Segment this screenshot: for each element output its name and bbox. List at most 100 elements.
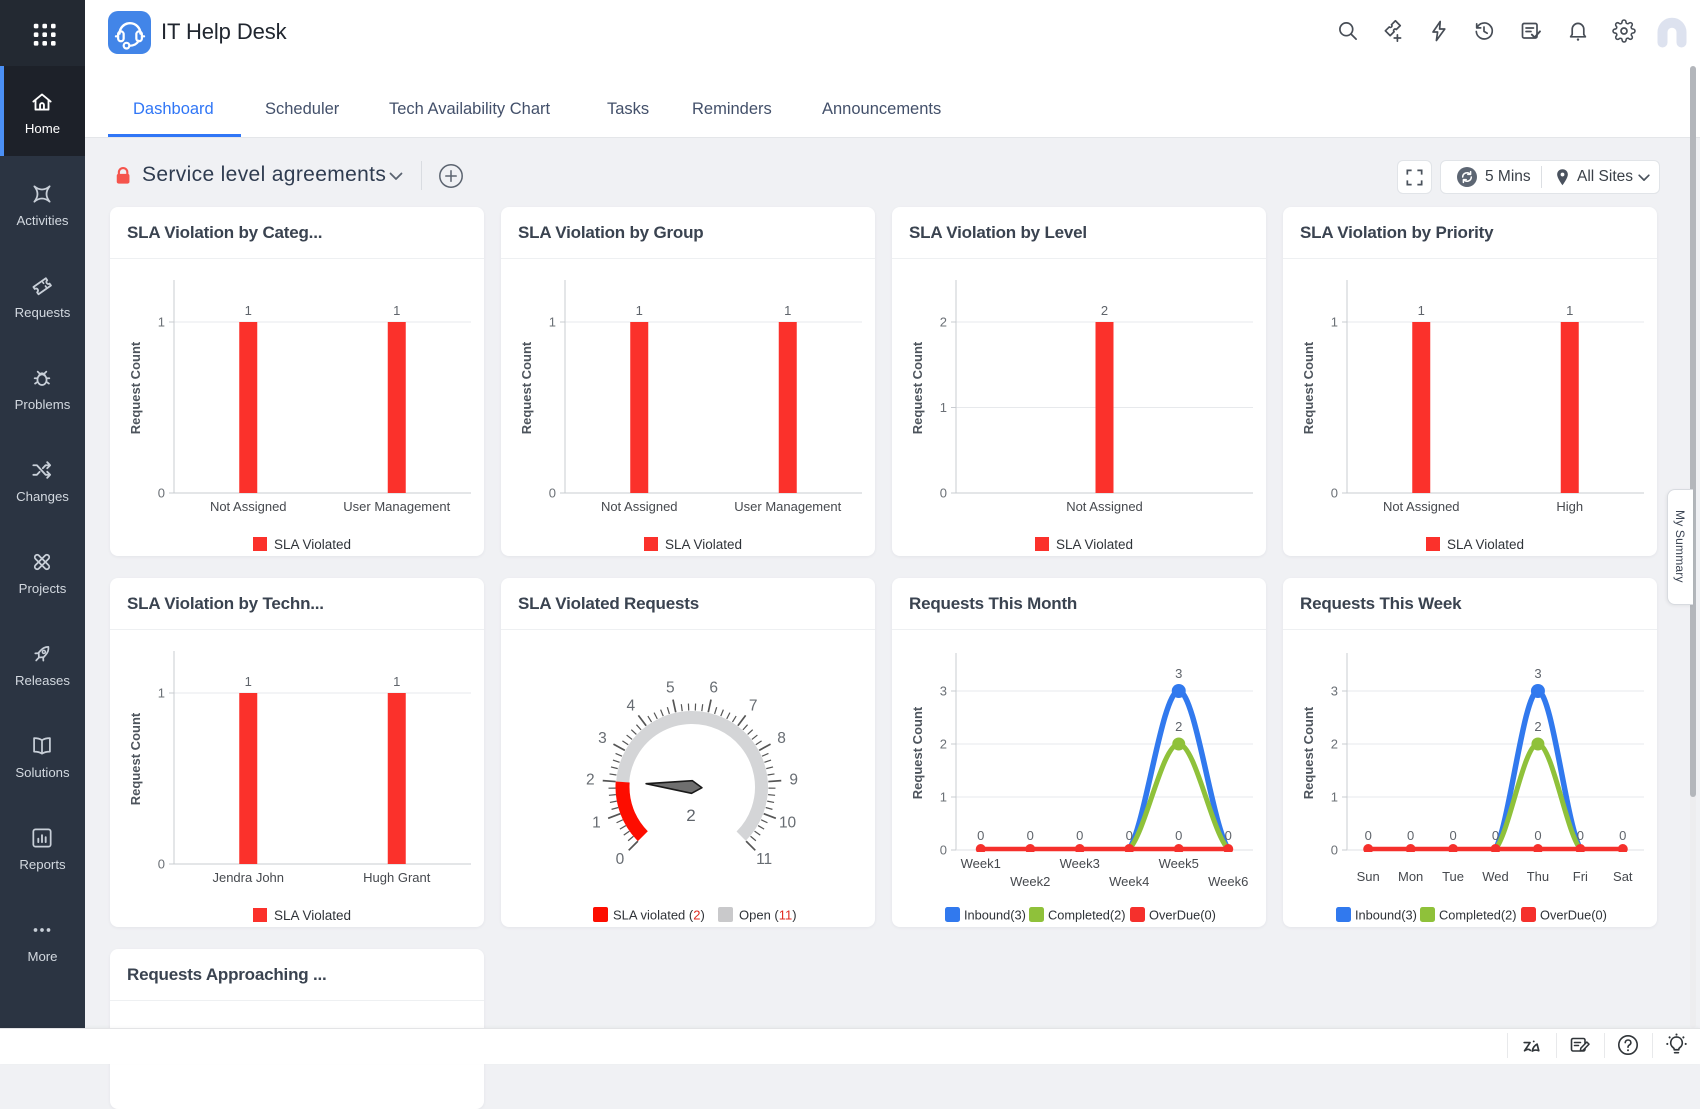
svg-text:0: 0 [1331, 486, 1338, 501]
svg-text:SLA Violated: SLA Violated [274, 537, 351, 552]
svg-text:3: 3 [598, 730, 607, 747]
svg-text:0: 0 [1331, 843, 1338, 858]
svg-text:11: 11 [756, 851, 772, 868]
svg-text:Request Count: Request Count [519, 341, 534, 434]
svg-text:7: 7 [749, 697, 758, 714]
svg-text:User Management: User Management [734, 499, 841, 514]
svg-text:Request Count: Request Count [128, 712, 143, 805]
svg-text:0: 0 [1365, 828, 1372, 843]
svg-text:9: 9 [789, 772, 798, 789]
svg-text:1: 1 [245, 674, 252, 689]
svg-text:Request Count: Request Count [1301, 706, 1316, 799]
svg-text:0: 0 [1577, 828, 1584, 843]
svg-text:0: 0 [1534, 828, 1541, 843]
svg-text:Not Assigned: Not Assigned [1066, 499, 1143, 514]
svg-text:1: 1 [1566, 303, 1573, 318]
svg-text:2: 2 [1331, 737, 1338, 752]
svg-text:Inbound(3): Inbound(3) [964, 908, 1026, 923]
svg-text:Not Assigned: Not Assigned [210, 499, 287, 514]
svg-text:Request Count: Request Count [910, 706, 925, 799]
svg-text:1: 1 [1331, 315, 1338, 330]
svg-text:2: 2 [1534, 719, 1541, 734]
svg-text:0: 0 [1225, 828, 1232, 843]
svg-text:4: 4 [627, 697, 636, 714]
svg-text:1: 1 [1418, 303, 1425, 318]
svg-text:1: 1 [393, 674, 400, 689]
svg-text:SLA Violated: SLA Violated [1447, 537, 1524, 552]
svg-text:1: 1 [158, 315, 165, 330]
svg-text:0: 0 [616, 851, 625, 868]
svg-text:0: 0 [940, 843, 947, 858]
svg-text:0: 0 [1126, 828, 1133, 843]
svg-text:Week2: Week2 [1010, 874, 1050, 889]
svg-text:2: 2 [1175, 719, 1182, 734]
svg-text:0: 0 [158, 857, 165, 872]
svg-text:0: 0 [1407, 828, 1414, 843]
svg-text:2: 2 [1101, 303, 1108, 318]
svg-text:1: 1 [245, 303, 252, 318]
svg-text:8: 8 [777, 730, 786, 747]
svg-text:3: 3 [940, 684, 947, 699]
svg-text:SLA violated (2): SLA violated (2) [613, 908, 705, 923]
svg-text:0: 0 [977, 828, 984, 843]
svg-text:2: 2 [586, 772, 595, 789]
svg-text:Hugh Grant: Hugh Grant [363, 870, 431, 885]
svg-text:2: 2 [940, 737, 947, 752]
svg-text:Request Count: Request Count [1301, 341, 1316, 434]
svg-text:1: 1 [636, 303, 643, 318]
svg-text:Sun: Sun [1357, 869, 1380, 884]
svg-text:Request Count: Request Count [128, 341, 143, 434]
svg-text:0: 0 [1449, 828, 1456, 843]
svg-text:Completed(2): Completed(2) [1439, 908, 1517, 923]
svg-text:SLA Violated: SLA Violated [274, 908, 351, 923]
svg-text:0: 0 [1027, 828, 1034, 843]
svg-text:1: 1 [158, 686, 165, 701]
svg-text:1: 1 [592, 815, 601, 832]
svg-text:SLA Violated: SLA Violated [1056, 537, 1133, 552]
svg-text:0: 0 [549, 486, 556, 501]
svg-text:1: 1 [549, 315, 556, 330]
svg-text:0: 0 [940, 486, 947, 501]
svg-text:Tue: Tue [1442, 869, 1464, 884]
svg-text:0: 0 [1492, 828, 1499, 843]
svg-text:1: 1 [784, 303, 791, 318]
svg-text:Week5: Week5 [1159, 856, 1199, 871]
svg-text:3: 3 [1175, 666, 1182, 681]
svg-text:6: 6 [709, 679, 718, 696]
svg-text:Week1: Week1 [961, 856, 1001, 871]
svg-text:1: 1 [940, 790, 947, 805]
svg-text:0: 0 [1619, 828, 1626, 843]
svg-text:SLA Violated: SLA Violated [665, 537, 742, 552]
svg-text:0: 0 [1076, 828, 1083, 843]
svg-text:Not Assigned: Not Assigned [1383, 499, 1460, 514]
svg-text:1: 1 [393, 303, 400, 318]
svg-text:Mon: Mon [1398, 869, 1423, 884]
svg-text:Inbound(3): Inbound(3) [1355, 908, 1417, 923]
svg-text:Jendra John: Jendra John [212, 870, 284, 885]
svg-text:High: High [1556, 499, 1583, 514]
svg-text:Week4: Week4 [1109, 874, 1149, 889]
svg-text:3: 3 [1534, 666, 1541, 681]
svg-text:3: 3 [1331, 684, 1338, 699]
svg-text:0: 0 [1175, 828, 1182, 843]
svg-text:Completed(2): Completed(2) [1048, 908, 1126, 923]
svg-text:Sat: Sat [1613, 869, 1633, 884]
svg-text:1: 1 [940, 400, 947, 415]
svg-text:5: 5 [666, 679, 675, 696]
svg-text:Wed: Wed [1482, 869, 1509, 884]
svg-text:Fri: Fri [1573, 869, 1588, 884]
svg-text:Week3: Week3 [1060, 856, 1100, 871]
svg-text:Not Assigned: Not Assigned [601, 499, 678, 514]
svg-text:User Management: User Management [343, 499, 450, 514]
svg-text:OverDue(0): OverDue(0) [1149, 908, 1216, 923]
svg-text:Request Count: Request Count [910, 341, 925, 434]
svg-text:Thu: Thu [1527, 869, 1549, 884]
svg-text:2: 2 [940, 315, 947, 330]
svg-text:Open (11): Open (11) [739, 908, 797, 923]
svg-text:2: 2 [686, 806, 695, 825]
svg-text:1: 1 [1331, 790, 1338, 805]
svg-text:Week6: Week6 [1208, 874, 1248, 889]
svg-text:10: 10 [779, 815, 797, 832]
svg-text:OverDue(0): OverDue(0) [1540, 908, 1607, 923]
svg-text:0: 0 [158, 486, 165, 501]
